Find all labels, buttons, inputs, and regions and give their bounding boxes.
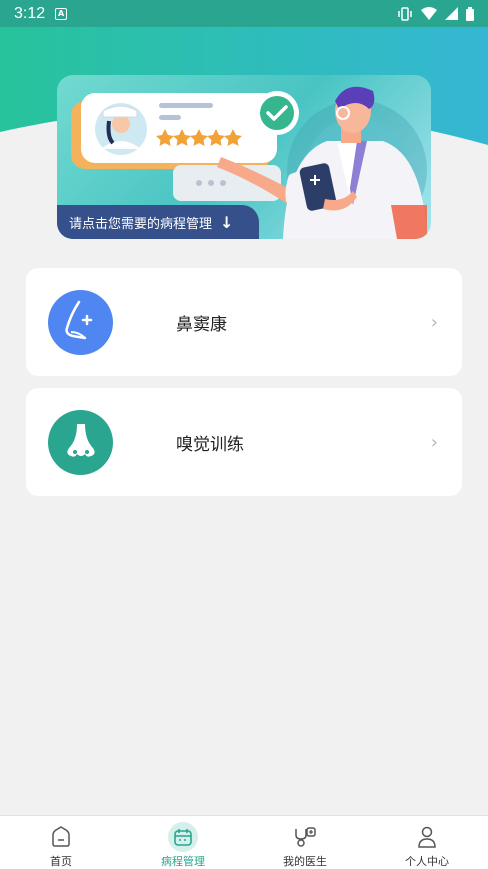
tab-label: 我的医生	[283, 855, 327, 868]
status-icons	[397, 6, 474, 21]
arrow-down-icon: ↓	[220, 212, 234, 232]
doctor-icon	[290, 822, 320, 852]
tab-home[interactable]: 首页	[0, 816, 122, 869]
wifi-icon	[421, 7, 437, 20]
tab-label: 首页	[50, 855, 72, 868]
nose-icon	[48, 409, 113, 475]
tab-label: 个人中心	[405, 855, 449, 868]
card-label: 嗅觉训练	[176, 434, 244, 455]
chevron-right-icon: ›	[430, 431, 438, 453]
status-time: 3:12	[14, 4, 46, 22]
tab-my-doctor[interactable]: 我的医生	[244, 816, 366, 869]
tab-course-management[interactable]: 病程管理	[122, 816, 244, 869]
banner-caption-text: 请点击您需要的病程管理	[69, 216, 213, 232]
card-smell-training[interactable]: 嗅觉训练 ›	[26, 388, 462, 496]
status-bar: 3:12 A	[0, 0, 488, 27]
bottom-tab-bar: 首页 病程管理 我的医生 个人中心	[0, 815, 488, 869]
vibrate-icon	[398, 6, 412, 21]
chevron-right-icon: ›	[430, 311, 438, 333]
calendar-icon	[168, 822, 198, 852]
banner-caption: 请点击您需要的病程管理 ↓	[57, 205, 259, 239]
tab-profile[interactable]: 个人中心	[366, 816, 488, 869]
battery-icon	[466, 6, 474, 21]
nose-profile-icon	[48, 289, 113, 355]
tab-label: 病程管理	[161, 855, 205, 868]
card-sinus-care[interactable]: 鼻窦康 ›	[26, 268, 462, 376]
signal-icon	[445, 7, 458, 20]
card-label: 鼻窦康	[176, 314, 227, 335]
a-box-icon: A	[55, 7, 68, 20]
person-icon	[412, 822, 442, 852]
home-icon	[46, 822, 76, 852]
course-management-banner[interactable]: 请点击您需要的病程管理 ↓	[57, 75, 431, 239]
